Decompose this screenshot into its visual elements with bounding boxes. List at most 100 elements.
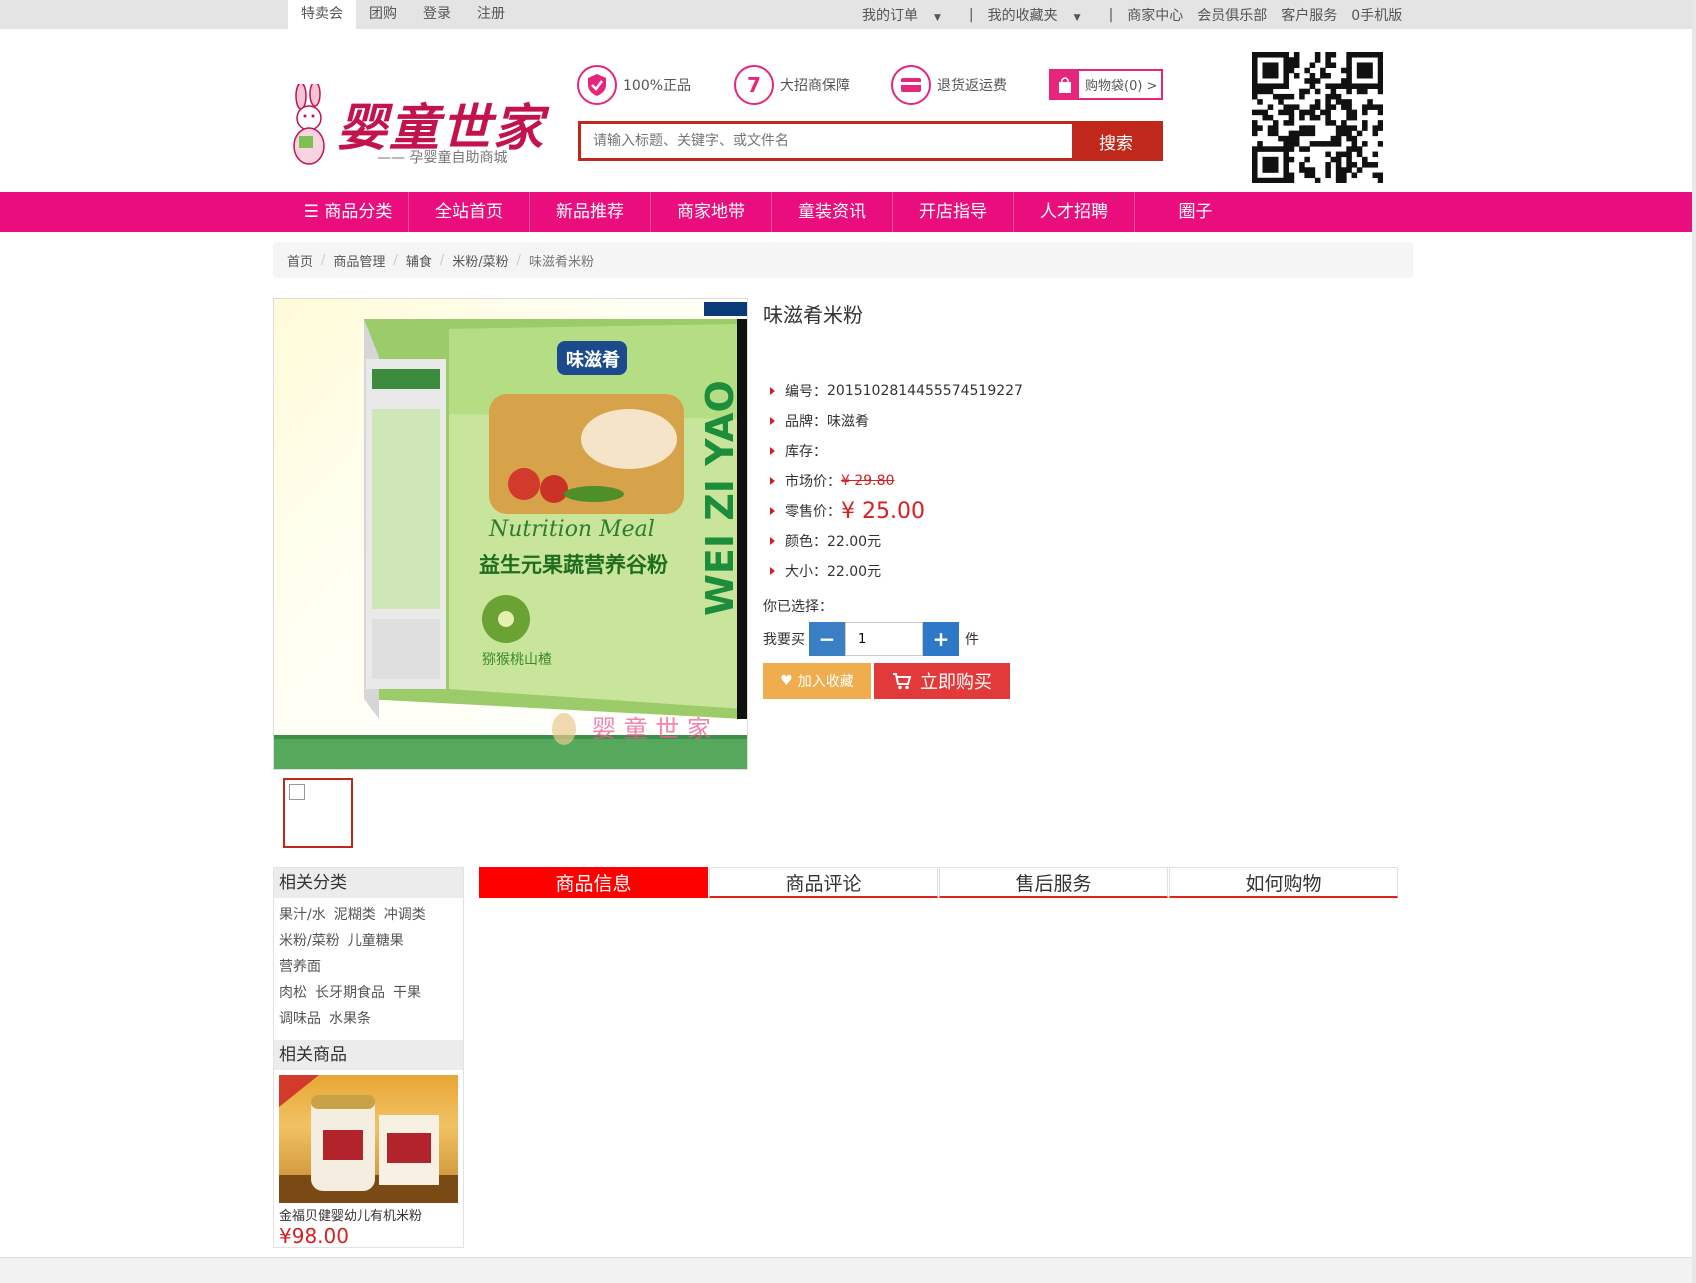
my-favorites-menu[interactable]: 我的收藏夹 ▼ <box>988 5 1095 25</box>
shield-icon <box>577 65 617 105</box>
tab-product-info[interactable]: 商品信息 <box>479 867 708 898</box>
breadcrumb-sep: / <box>516 252 521 268</box>
nav-item-jobs[interactable]: 人才招聘 <box>1014 192 1135 232</box>
member-club-link[interactable]: 会员俱乐部 <box>1197 5 1267 25</box>
top-bar-right: 我的订单 ▼ | 我的收藏夹 ▼ | 商家中心 会员俱乐部 客户服务 0手机版 <box>862 0 1416 29</box>
buy-now-button[interactable]: 立即购买 <box>874 663 1010 699</box>
quantity-stepper: 我要买 − + 件 <box>763 622 979 656</box>
category-link[interactable]: 果汁/水 <box>279 907 326 923</box>
seven-icon: 7 <box>734 65 774 105</box>
logo-subtitle: —— 孕婴童自助商城 <box>377 150 508 166</box>
nav-item-home[interactable]: 全站首页 <box>409 192 530 232</box>
attr-label: 颜色： <box>785 534 827 550</box>
category-link[interactable]: 营养面 <box>279 959 321 975</box>
category-link[interactable]: 肉松 <box>279 985 307 1001</box>
box-flavor: 猕猴桃山楂 <box>482 652 552 668</box>
category-link[interactable]: 冲调类 <box>384 907 426 923</box>
attr-label: 库存： <box>785 444 827 460</box>
attr-value: 20151028144555745​19227 <box>827 383 1023 399</box>
divider: | <box>1108 6 1114 23</box>
divider: | <box>968 6 974 23</box>
related-product-illustration <box>279 1075 458 1203</box>
nav-item-categories[interactable]: ☰ 商品分类 <box>288 192 409 232</box>
quantity-label: 我要买 <box>763 632 805 648</box>
customer-service-link[interactable]: 客户服务 <box>1281 5 1337 25</box>
breadcrumb-link[interactable]: 辅食 <box>406 251 432 270</box>
top-bar-left: 特卖会 团购 登录 注册 <box>288 0 518 29</box>
nav-item-circle[interactable]: 圈子 <box>1135 192 1256 232</box>
bullet-icon <box>770 507 775 515</box>
nav-item-new[interactable]: 新品推荐 <box>530 192 651 232</box>
scrollbar[interactable] <box>1692 0 1696 1283</box>
guarantee-label: 退货返运费 <box>937 78 1007 94</box>
category-link[interactable]: 干果 <box>393 985 421 1001</box>
add-favorite-button[interactable]: ♥ 加入收藏 <box>763 663 871 699</box>
cart-label: 购物袋(0) > <box>1085 79 1158 94</box>
minus-button[interactable]: − <box>809 622 845 656</box>
bullet-icon <box>770 477 775 485</box>
chevron-down-icon: ▼ <box>1073 12 1081 23</box>
product-main-image[interactable]: 味滋肴 Nutrition Meal 益生元果蔬营养谷粉 猕猴桃山楂 WEI Z… <box>273 298 748 770</box>
category-link[interactable]: 泥糊类 <box>334 907 376 923</box>
cart-button[interactable]: 购物袋(0) > <box>1049 69 1163 100</box>
bullet-icon <box>770 447 775 455</box>
tab-reviews[interactable]: 商品评论 <box>709 867 938 898</box>
buy-now-label: 立即购买 <box>920 672 992 693</box>
breadcrumb-link[interactable]: 首页 <box>287 251 313 270</box>
search-button[interactable]: 搜索 <box>1072 124 1160 158</box>
category-link[interactable]: 长牙期食品 <box>315 985 385 1001</box>
related-categories: 果汁/水 泥糊类 冲调类 米粉/菜粉 儿童糖果营养面 肉松 长牙期食品 干果 调味品 水果条 <box>274 898 463 1040</box>
mobile-version-link[interactable]: 0手机版 <box>1351 5 1402 25</box>
breadcrumb-link[interactable]: 商品管理 <box>333 251 385 270</box>
top-link-sale[interactable]: 特卖会 <box>288 0 356 29</box>
nav-label: 商品分类 <box>324 202 393 222</box>
plus-button[interactable]: + <box>923 622 959 656</box>
attr-label: 品牌： <box>785 414 827 430</box>
category-link[interactable]: 米粉/菜粉 <box>279 933 340 949</box>
add-favorite-label: 加入收藏 <box>797 674 854 690</box>
category-link[interactable]: 水果条 <box>329 1011 371 1027</box>
attr-color: 颜色： 22.00元 <box>770 526 1023 556</box>
site-logo[interactable]: 婴童世家 —— 孕婴童自助商城 <box>285 82 543 172</box>
breadcrumb-sep: / <box>439 252 445 268</box>
product-tabs: 商品信息 商品评论 售后服务 如何购物 <box>479 867 1399 898</box>
product-title: 味滋肴米粉 <box>763 303 863 327</box>
attr-brand: 品牌： 味滋肴 <box>770 406 1023 436</box>
tab-after-sales[interactable]: 售后服务 <box>939 867 1168 898</box>
bullet-icon <box>770 537 775 545</box>
quantity-input[interactable] <box>845 622 923 656</box>
attr-stock: 库存： <box>770 436 1023 466</box>
attr-size: 大小： 22.00元 <box>770 556 1023 586</box>
related-product-name[interactable]: 金福贝健婴幼儿有机米粉 <box>274 1205 463 1224</box>
tab-how-to-buy[interactable]: 如何购物 <box>1169 867 1398 898</box>
breadcrumb-link[interactable]: 米粉/菜粉 <box>452 251 508 270</box>
category-link[interactable]: 调味品 <box>279 1011 321 1027</box>
search-input[interactable] <box>581 124 1072 158</box>
attr-sku: 编号： 20151028144555745​19227 <box>770 376 1023 406</box>
top-link-login[interactable]: 登录 <box>410 0 464 29</box>
top-link-group-buy[interactable]: 团购 <box>356 0 410 29</box>
bullet-icon <box>770 417 775 425</box>
related-product-price: ¥98.00 <box>279 1224 349 1248</box>
breadcrumb-sep: / <box>321 252 326 268</box>
top-bar: 特卖会 团购 登录 注册 我的订单 ▼ | 我的收藏夹 ▼ | 商家中心 会员俱乐部… <box>0 0 1696 29</box>
category-link[interactable]: 儿童糖果 <box>348 933 404 949</box>
my-orders-menu[interactable]: 我的订单 ▼ <box>862 5 955 25</box>
nav-item-store-guide[interactable]: 开店指导 <box>893 192 1014 232</box>
top-link-register[interactable]: 注册 <box>464 0 518 29</box>
attr-label: 市场价： <box>785 474 841 490</box>
attr-label: 大小： <box>785 564 827 580</box>
my-favorites-label: 我的收藏夹 <box>987 7 1058 24</box>
retail-price: ¥ 25.00 <box>841 498 925 524</box>
merchant-center-link[interactable]: 商家中心 <box>1127 5 1183 25</box>
nav-item-kidswear-news[interactable]: 童装资讯 <box>772 192 893 232</box>
attr-value: 22.00元 <box>827 534 882 550</box>
related-product-image[interactable] <box>279 1075 458 1203</box>
heart-icon: ♥ <box>780 673 793 689</box>
bullet-icon <box>770 387 775 395</box>
nav-item-merchants[interactable]: 商家地带 <box>651 192 772 232</box>
attr-value: 味滋肴 <box>827 414 869 430</box>
product-thumbnail[interactable] <box>283 778 353 848</box>
cart-icon <box>893 673 912 690</box>
related-categories-title: 相关分类 <box>274 868 463 898</box>
